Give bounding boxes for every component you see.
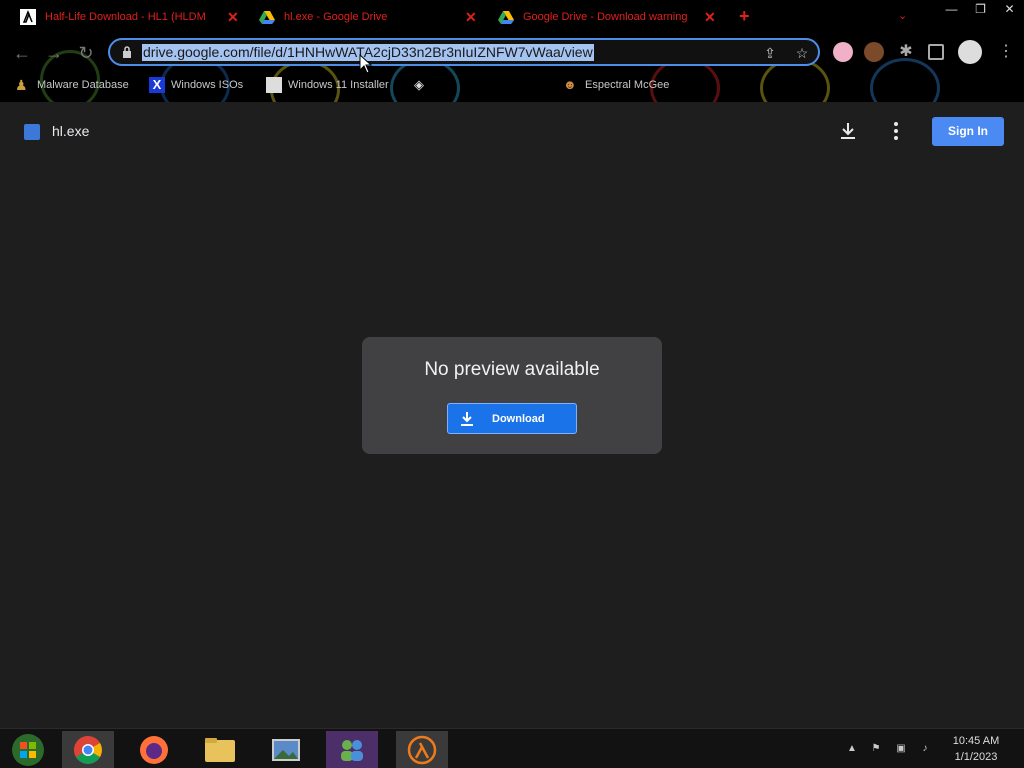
extension-avatar-icon[interactable]	[864, 42, 884, 62]
extension-flag-icon[interactable]	[833, 42, 853, 62]
tab-close-icon[interactable]: ✕	[227, 9, 239, 26]
malware-icon: ♟	[15, 77, 28, 93]
tab-half-life[interactable]: Half-Life Download - HL1 (HLDM ✕	[20, 4, 242, 30]
sign-in-button[interactable]: Sign In	[932, 117, 1004, 146]
bookmarks-bar: ♟ Malware Database X Windows ISOs Window…	[0, 72, 1024, 98]
clock-date: 1/1/2023	[954, 751, 998, 763]
bookmark-label: Windows ISOs	[171, 79, 244, 91]
espectral-icon: ☻	[563, 77, 577, 92]
window-controls: — ❐ ✕	[937, 0, 1024, 18]
clock[interactable]: 10:45 AM 1/1/2023	[948, 733, 1004, 765]
taskbar-photo-viewer[interactable]	[260, 731, 312, 768]
bookmark-label: Espectral McGee	[585, 79, 670, 91]
no-preview-card: No preview available Download	[362, 337, 662, 454]
reload-icon[interactable]: ↻	[75, 42, 97, 64]
more-options-icon[interactable]	[884, 119, 908, 143]
clock-time: 10:45 AM	[952, 735, 1000, 747]
file-name: hl.exe	[52, 123, 90, 139]
tab-title: Google Drive - Download warning	[523, 11, 688, 23]
bookmark-malware-database[interactable]: ♟ Malware Database	[15, 76, 129, 94]
bookmark-espectral-mcgee[interactable]: ☻ Espectral McGee	[563, 76, 669, 94]
x-logo-icon: X	[149, 77, 165, 93]
tab-download-warning[interactable]: Google Drive - Download warning ✕	[498, 4, 720, 30]
new-tab-button[interactable]: +	[739, 6, 750, 27]
bookmark-favicon-icon: ◈	[414, 77, 424, 92]
drive-header: hl.exe Sign In	[0, 102, 1024, 160]
back-arrow-icon[interactable]: ←	[11, 42, 33, 64]
download-button-label: Download	[492, 413, 545, 425]
bookmark-label: Windows 11 Installer	[288, 79, 389, 91]
browser-chrome: Half-Life Download - HL1 (HLDM ✕ hl.exe …	[0, 0, 1024, 102]
exe-file-icon	[24, 124, 40, 140]
photo-viewer-icon	[272, 738, 300, 761]
bookmark-star-icon[interactable]: ☆	[793, 44, 811, 62]
taskbar-file-explorer[interactable]	[194, 731, 246, 768]
forward-arrow-icon[interactable]: →	[43, 42, 65, 64]
tab-hl-exe[interactable]: hl.exe - Google Drive ✕	[259, 4, 481, 30]
volume-icon[interactable]: ♪	[918, 743, 932, 757]
windows-start-orb-icon	[12, 733, 44, 766]
google-drive-icon	[498, 11, 514, 24]
taskbar: ▲ ⚑ ▣ ♪ 10:45 AM 1/1/2023	[0, 728, 1024, 768]
taskbar-chrome[interactable]	[62, 731, 114, 768]
download-icon[interactable]	[836, 119, 860, 143]
half-life-lambda-icon	[407, 735, 437, 764]
bookmark-label: Malware Database	[37, 79, 129, 91]
tray-expand-chevron-icon[interactable]: ▲	[845, 743, 859, 757]
bookmark-windows-11-installer[interactable]: Windows 11 Installer	[266, 76, 389, 94]
profile-avatar-icon[interactable]	[958, 40, 982, 64]
tab-close-icon[interactable]: ✕	[465, 9, 477, 26]
start-button[interactable]	[2, 731, 54, 768]
download-button[interactable]: Download	[447, 403, 577, 434]
action-center-flag-icon[interactable]: ⚑	[869, 743, 883, 757]
network-icon[interactable]: ▣	[894, 743, 908, 757]
half-life-favicon-icon	[20, 9, 36, 25]
taskbar-half-life[interactable]	[396, 731, 448, 768]
mouse-cursor-icon	[359, 54, 373, 74]
tab-search-chevron-icon[interactable]: ⌄	[898, 9, 907, 22]
tab-strip: Half-Life Download - HL1 (HLDM ✕ hl.exe …	[0, 0, 1024, 34]
download-icon	[461, 412, 473, 426]
lock-icon	[123, 46, 131, 58]
folder-icon	[205, 737, 235, 762]
chrome-icon	[74, 735, 102, 764]
chrome-menu-icon[interactable]: ⋮	[996, 42, 1016, 62]
tab-close-icon[interactable]: ✕	[704, 9, 716, 26]
puzzle-extensions-icon[interactable]: ✱	[896, 42, 916, 62]
restore-button[interactable]: ❐	[966, 0, 995, 18]
side-panel-icon[interactable]	[928, 44, 944, 60]
share-icon[interactable]: ⇪	[761, 44, 779, 62]
taskbar-messenger[interactable]	[326, 731, 378, 768]
bookmark-windows-isos[interactable]: X Windows ISOs	[149, 76, 243, 94]
bookmark-item[interactable]: ◈	[414, 76, 436, 94]
page-icon	[266, 77, 282, 93]
minimize-button[interactable]: —	[937, 0, 966, 18]
google-drive-icon	[259, 11, 275, 24]
close-window-button[interactable]: ✕	[995, 0, 1024, 18]
tab-title: hl.exe - Google Drive	[284, 11, 388, 23]
address-bar[interactable]: drive.google.com/file/d/1HNHwWATA2cjD33n…	[108, 38, 820, 66]
taskbar-firefox[interactable]	[128, 731, 180, 768]
tab-title: Half-Life Download - HL1 (HLDM	[45, 11, 206, 23]
no-preview-message: No preview available	[424, 359, 600, 380]
messenger-people-icon	[341, 739, 363, 761]
firefox-icon	[140, 735, 168, 764]
